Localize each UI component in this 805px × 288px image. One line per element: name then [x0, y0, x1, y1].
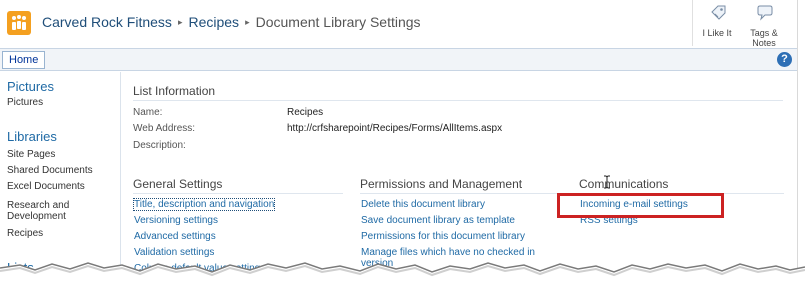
tags-notes-label: Tags & Notes: [740, 28, 788, 48]
permissions-management-heading: Permissions and Management: [360, 177, 523, 191]
text-cursor-icon: [604, 175, 610, 189]
tags-notes-button[interactable]: Tags & Notes: [740, 0, 788, 48]
breadcrumb-site-link[interactable]: Carved Rock Fitness: [42, 14, 172, 30]
breadcrumb-separator-icon: ▸: [245, 17, 250, 27]
title-bar: Carved Rock Fitness ▸ Recipes ▸ Document Lib…: [0, 0, 797, 48]
advanced-settings-link[interactable]: Advanced settings: [134, 231, 216, 242]
nav-item-research-and-development[interactable]: Research and Development: [7, 200, 117, 222]
save-as-template-link[interactable]: Save document library as template: [361, 215, 515, 226]
tags-label-line1: Tags &: [750, 28, 778, 38]
nav-item-recipes[interactable]: Recipes: [7, 228, 117, 239]
name-value: Recipes: [287, 107, 324, 118]
nav-item-pictures[interactable]: Pictures: [7, 97, 117, 108]
nav-item-site-pages[interactable]: Site Pages: [7, 149, 117, 160]
versioning-settings-link[interactable]: Versioning settings: [134, 215, 218, 226]
nav-heading-pictures[interactable]: Pictures: [7, 79, 54, 94]
section-divider: [133, 100, 783, 101]
nav-item-excel-documents[interactable]: Excel Documents: [7, 181, 117, 192]
delete-document-library-link[interactable]: Delete this document library: [361, 199, 485, 210]
general-settings-heading: General Settings: [133, 177, 223, 191]
breadcrumb-list-link[interactable]: Recipes: [188, 14, 239, 30]
i-like-it-label: I Like It: [702, 28, 732, 38]
web-address-label: Web Address:: [133, 123, 196, 134]
section-divider: [133, 193, 343, 194]
help-icon[interactable]: ?: [777, 52, 792, 67]
site-logo-icon[interactable]: [7, 11, 31, 35]
web-address-value: http://crfsharepoint/Recipes/Forms/AllIt…: [287, 123, 503, 134]
torn-edge-decoration: [0, 262, 805, 288]
nav-item-shared-documents[interactable]: Shared Documents: [7, 165, 117, 176]
page-title: Document Library Settings: [255, 14, 421, 30]
communications-heading: Communications: [579, 177, 669, 191]
nav-heading-libraries[interactable]: Libraries: [7, 129, 57, 144]
tags-notes-icon: [757, 5, 773, 21]
section-divider: [360, 193, 560, 194]
breadcrumb-separator-icon: ▸: [177, 17, 183, 27]
name-label: Name:: [133, 107, 163, 118]
permissions-link[interactable]: Permissions for this document library: [361, 231, 525, 242]
i-like-it-button[interactable]: I Like It: [692, 0, 740, 46]
ribbon-bar: Home ?: [0, 48, 797, 71]
description-label: Description:: [133, 140, 186, 151]
tags-label-line2: Notes: [752, 38, 776, 48]
title-description-navigation-link[interactable]: Title, description and navigation: [132, 198, 276, 211]
callout-highlight-box: [557, 193, 724, 218]
tab-home[interactable]: Home: [2, 51, 46, 69]
list-information-heading: List Information: [133, 84, 216, 98]
like-tag-icon: [711, 5, 726, 20]
breadcrumb: Carved Rock Fitness ▸ Recipes ▸ Document Lib…: [42, 14, 421, 30]
sharepoint-window: Carved Rock Fitness ▸ Recipes ▸ Document Lib…: [0, 0, 798, 288]
